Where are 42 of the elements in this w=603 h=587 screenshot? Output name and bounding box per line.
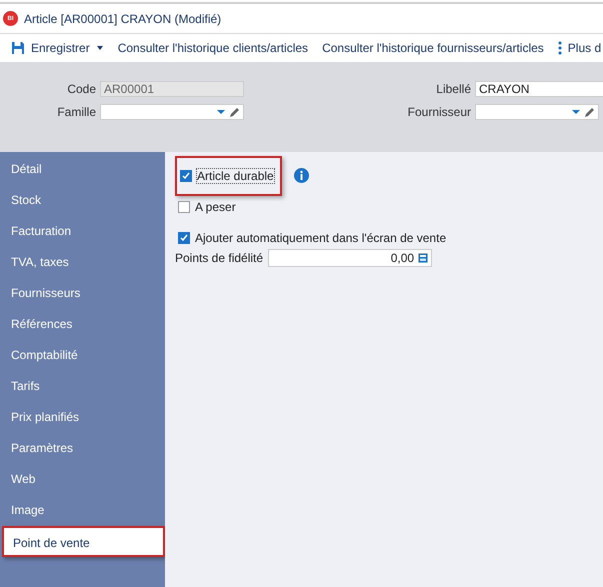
calculator-icon: [418, 253, 428, 263]
checkbox[interactable]: [178, 200, 190, 212]
field-label: Fournisseur: [406, 105, 471, 119]
save-icon: [11, 41, 25, 55]
more-button[interactable]: Plus d: [550, 36, 603, 60]
sidebar-item[interactable]: Comptabilité: [0, 340, 165, 371]
number-field[interactable]: 0,00: [268, 249, 432, 267]
field-label: Libellé: [435, 82, 471, 96]
window-title: Article [AR00001] CRAYON (Modifié): [24, 12, 222, 26]
info-icon: [294, 168, 309, 183]
checkbox[interactable]: [178, 232, 190, 244]
sidebar-item[interactable]: Facturation: [0, 216, 165, 247]
checkbox-option[interactable]: Article durable: [175, 156, 282, 196]
pencil-icon: [584, 106, 595, 118]
save-button[interactable]: Enregistrer: [4, 36, 111, 60]
field-label: Points de fidélité: [175, 251, 264, 265]
combo-field[interactable]: [475, 104, 599, 120]
sidebar-item[interactable]: Références: [0, 309, 165, 340]
sidebar-item[interactable]: Web: [0, 464, 165, 495]
text-field[interactable]: CRAYON: [475, 81, 603, 97]
sidebar-item[interactable]: Image: [0, 495, 165, 526]
checkbox-option[interactable]: A peser: [175, 194, 242, 220]
combo-field[interactable]: [100, 104, 244, 120]
sidebar-item[interactable]: Stock: [0, 185, 165, 216]
dropdown-icon: [217, 110, 225, 114]
more-icon: [558, 41, 562, 55]
sidebar-item[interactable]: Paramètres: [0, 433, 165, 464]
sidebar-item[interactable]: Détail: [0, 154, 165, 185]
field-label: Code: [66, 82, 96, 96]
pencil-icon: [229, 106, 240, 118]
checkbox-option[interactable]: Ajouter automatiquement dans l'écran de vente: [175, 224, 452, 250]
toolbar-button[interactable]: Consulter l'historique fournisseurs/articles: [315, 36, 551, 60]
sidebar-item[interactable]: Fournisseurs: [0, 278, 165, 309]
sidebar-item[interactable]: Tarifs: [0, 371, 165, 402]
sidebar-item[interactable]: Prix planifiés: [0, 402, 165, 433]
checkbox[interactable]: [180, 170, 192, 182]
toolbar-button[interactable]: Consulter l'historique clients/articles: [110, 36, 316, 60]
dropdown-icon: [572, 110, 580, 114]
sidebar-item[interactable]: TVA, taxes: [0, 247, 165, 278]
field-label: Famille: [56, 105, 96, 119]
sidebar-item[interactable]: Point de vente: [2, 526, 165, 557]
caret-icon: [96, 46, 104, 50]
